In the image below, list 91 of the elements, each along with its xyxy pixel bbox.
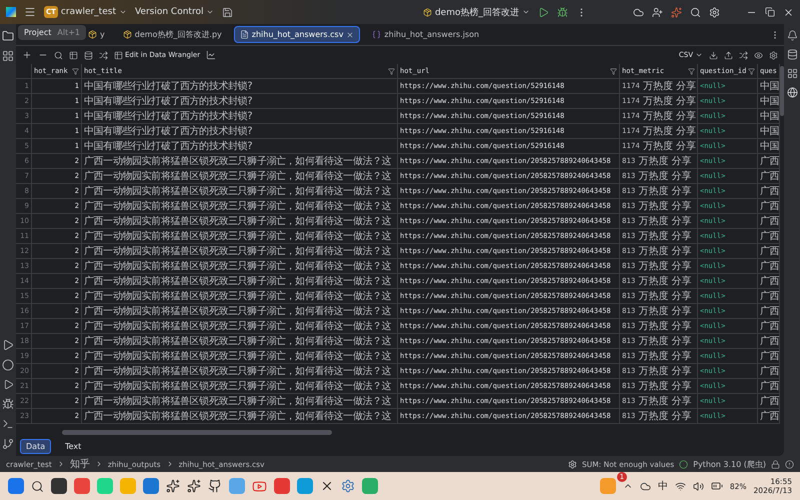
interpreter-status[interactable]: Python 3.10 (爬虫) (693, 458, 766, 470)
corner-cell (16, 64, 32, 79)
table-cell: 广西一动物园实前将猛兽区锁死致三只狮子溺亡，如何看待这一做法？这 (82, 409, 398, 424)
chevron-down-icon (118, 8, 127, 16)
view-tab[interactable]: Data (20, 439, 52, 454)
table-cell: 广西一动物园实前将猛兽区锁死致三只狮子溺亡，如何看待这一做法？这 (82, 244, 398, 259)
scrollbar-thumb[interactable] (780, 66, 784, 116)
upload-icon[interactable] (724, 50, 733, 60)
cloud-icon[interactable] (640, 480, 651, 492)
chevron-down-icon (695, 51, 703, 59)
ime-indicator[interactable]: 中 (658, 479, 668, 493)
app-logo-icon (6, 7, 16, 17)
search-icon[interactable] (31, 480, 44, 492)
table-cell: 广西一动物园实前将猛兽区锁死致三只狮子溺亡，如何看待这一做法？这 (82, 379, 398, 394)
download-icon[interactable] (709, 50, 718, 60)
run-icon[interactable] (2, 339, 14, 351)
table-cell: 广西一动物园实前将猛兽区锁死致三只狮子溺亡，如何看待这一做法？这 (82, 319, 398, 334)
interpreter-icon (679, 460, 688, 468)
table-cell: 广西一动物园实前将猛兽区锁死致三只狮子溺亡，如何看待这一做法？这 (82, 334, 398, 349)
filter-icon (388, 68, 395, 74)
filter-icon (688, 68, 695, 74)
problems-icon[interactable] (2, 398, 14, 410)
table-cell: 广西一动物园实前将猛兽区锁死致三只狮子溺亡，如何看待这一做法？这 (82, 304, 398, 319)
table-cell: 广西一动物园实前将猛兽区锁死致三只狮子溺亡，如何看待这一做法？这 (82, 349, 398, 364)
grid-icon (114, 50, 123, 60)
search-icon[interactable] (690, 6, 701, 18)
add-user-icon[interactable] (652, 6, 663, 18)
table-cell: 中国有哪些行业打破了西方的技术封锁? (82, 139, 398, 154)
table-cell: 广西一动物园实前将猛兽区锁死致三只狮子溺亡，如何看待这一做法？这 (82, 154, 398, 169)
menu-icon[interactable] (24, 6, 36, 18)
eye-icon[interactable] (754, 50, 763, 60)
chart-icon[interactable] (206, 50, 216, 60)
cat-icon[interactable] (208, 479, 222, 493)
terminal-icon[interactable] (2, 418, 14, 430)
table-cell: 广西一动物园实前将猛兽区锁死致三只狮子溺亡，如何看待这一做法？这 (82, 289, 398, 304)
volume-icon[interactable] (692, 480, 704, 492)
table-cell: 广西一动物园实前将猛兽区锁死致三只狮子溺亡，如何看待这一做法？这 (82, 169, 398, 184)
table-cell: 中国有哪些行业打破了西方的技术封锁? (82, 79, 398, 94)
battery-icon[interactable] (710, 480, 723, 492)
tooltip-shortcut: Alt+1 (57, 28, 80, 37)
filter-icon (72, 68, 79, 74)
run-icon[interactable] (538, 6, 549, 18)
debug-icon[interactable] (557, 6, 568, 18)
database-icon[interactable] (786, 49, 798, 60)
add-row-icon[interactable] (22, 50, 32, 60)
settings-icon[interactable] (769, 50, 778, 60)
breadcrumb-item[interactable]: 知乎 (70, 457, 90, 471)
table-cell: 广西一动物园实前将猛兽区锁死致三只狮子溺亡，如何看待这一做法？这 (82, 394, 398, 409)
editor-tab[interactable]: y (82, 26, 111, 43)
gear-icon (568, 460, 577, 468)
chevron-down-icon (206, 8, 214, 16)
tooltip-label: Project (24, 28, 52, 37)
database-icon[interactable] (84, 50, 93, 60)
table-cell: 广西一动物园实前将猛兽区锁死致三只狮子溺亡，如何看待这一做法？这 (82, 364, 398, 379)
wifi-icon[interactable] (674, 480, 686, 492)
table-cell: 广西一动物园实前将猛兽区锁死致三只狮子溺亡，如何看待这一做法？这 (82, 214, 398, 229)
vcs-menu[interactable]: Version Control (134, 7, 214, 17)
editor-tab[interactable]: zhihu_hot_answers.csv (234, 26, 360, 43)
editor-tab[interactable]: zhihu_hot_answers.json (366, 26, 486, 43)
braces-icon (372, 30, 382, 39)
table-cell: 广西一动物园实前将猛兽区锁死致三只狮子溺亡，如何看待这一做法？这 (82, 274, 398, 289)
table-cell: 广西一动物园实前将猛兽区锁死致三只狮子溺亡，如何看待这一做法？这 (82, 259, 398, 274)
search-icon[interactable] (54, 50, 63, 60)
table-cell: 中国有哪些行业打破了西方的技术封锁? (82, 94, 398, 109)
view-tab[interactable]: Text (59, 439, 88, 454)
editor-tab[interactable]: demo热榜_回答改进.py (116, 25, 228, 44)
run-config-selector[interactable]: demo热榜_回答改进 (422, 6, 530, 18)
save-icon[interactable] (222, 6, 234, 18)
bell-icon[interactable] (786, 30, 798, 41)
document-icon (240, 30, 249, 39)
restore-icon[interactable] (765, 7, 775, 17)
x-icon[interactable] (320, 479, 334, 493)
play-icon[interactable] (252, 478, 267, 494)
table-cell: 中国有哪些行业打破了西方的技术封锁? (82, 109, 398, 124)
lock-icon[interactable] (771, 460, 780, 468)
filter-icon (610, 68, 617, 74)
panel-icon[interactable] (786, 68, 798, 79)
table-cell: 广西一动物园实前将猛兽区锁死致三只狮子溺亡，如何看待这一做法？这 (82, 199, 398, 214)
transform-icon[interactable] (99, 50, 108, 60)
alert-icon[interactable] (785, 460, 794, 468)
table-cell: 广西一动物园实前将猛兽区锁死致三只狮子溺亡，如何看待这一做法？这 (82, 184, 398, 199)
table-cell: 中国有哪些行业打破了西方的技术封锁? (82, 124, 398, 139)
git-icon[interactable] (2, 438, 14, 450)
structure-icon[interactable] (2, 50, 14, 62)
table-cell: 广西一动物园实前将猛兽区锁死致三只狮子溺亡，如何看待这一做法？这 (82, 229, 398, 244)
close-icon[interactable] (346, 30, 354, 38)
scrollbar-thumb[interactable] (62, 430, 332, 434)
filter-icon (748, 68, 756, 74)
close-icon[interactable] (783, 6, 794, 18)
chevron-down-icon (522, 8, 530, 16)
table-icon[interactable] (69, 50, 78, 60)
